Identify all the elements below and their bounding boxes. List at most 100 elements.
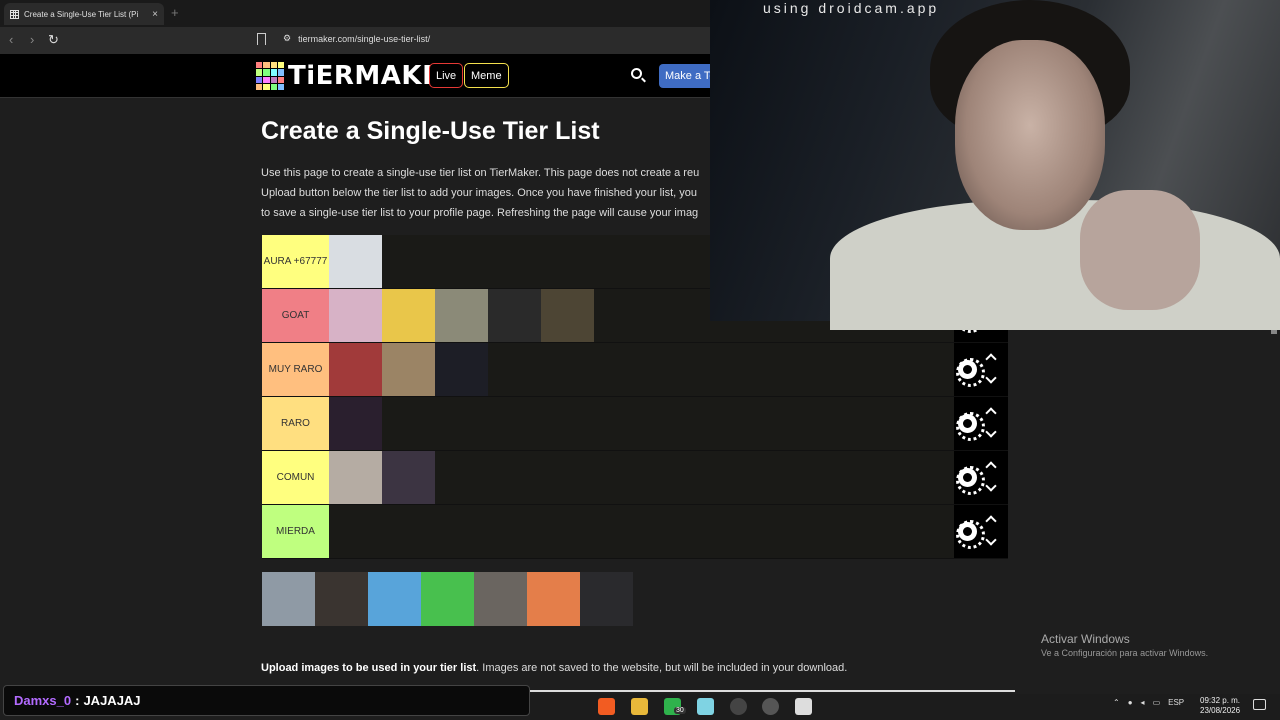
- brave-browser-icon[interactable]: [598, 698, 615, 715]
- app-icon[interactable]: [762, 698, 779, 715]
- tier-item-image[interactable]: [329, 235, 382, 288]
- search-icon[interactable]: [631, 68, 642, 79]
- tier-label[interactable]: RARO: [262, 397, 329, 450]
- tier-label[interactable]: MUY RARO: [262, 343, 329, 396]
- move-down-icon[interactable]: [985, 534, 997, 546]
- tier-row: MUY RARO: [262, 343, 1008, 397]
- tier-label[interactable]: COMUN: [262, 451, 329, 504]
- tier-items: [329, 397, 382, 450]
- tier-item-image[interactable]: [329, 343, 382, 396]
- settings-gear-icon[interactable]: [956, 466, 985, 495]
- file-explorer-icon[interactable]: [631, 698, 648, 715]
- tier-item-image[interactable]: [541, 289, 594, 342]
- tier-item-image[interactable]: [435, 343, 488, 396]
- microphone-icon[interactable]: ●: [1128, 698, 1133, 707]
- description-line: to save a single-use tier list to your p…: [261, 207, 699, 219]
- tier-row: COMUN: [262, 451, 1008, 505]
- activate-windows-title: Activar Windows: [1041, 632, 1130, 646]
- pool-item-image[interactable]: [580, 572, 633, 626]
- tier-item-image[interactable]: [329, 397, 382, 450]
- chat-text: JAJAJAJ: [83, 693, 141, 708]
- tier-item-image[interactable]: [382, 451, 435, 504]
- tab-close-icon[interactable]: ×: [152, 9, 158, 20]
- description-line: Upload button below the tier list to add…: [261, 187, 697, 199]
- stream-chat-message: Damxs_0 : JAJAJAJ: [3, 685, 530, 716]
- page-description: Use this page to create a single-use tie…: [261, 163, 721, 223]
- pool-item-image[interactable]: [262, 572, 315, 626]
- obs-icon[interactable]: [730, 698, 747, 715]
- move-up-icon[interactable]: [985, 515, 997, 527]
- tiermaker-favicon-icon: [10, 9, 19, 19]
- tier-label[interactable]: AURA +67777: [262, 235, 329, 288]
- clock-time: 09:32 p. m.: [1200, 696, 1241, 705]
- back-icon[interactable]: ‹: [9, 32, 13, 47]
- tier-row: RARO: [262, 397, 1008, 451]
- new-tab-icon[interactable]: +: [171, 5, 179, 20]
- tier-controls: [954, 343, 1008, 396]
- page-title: Create a Single-Use Tier List: [261, 117, 600, 145]
- tier-items: [329, 235, 382, 288]
- tier-item-image[interactable]: [382, 289, 435, 342]
- chat-separator: :: [75, 693, 80, 708]
- reload-icon[interactable]: ↻: [48, 32, 59, 48]
- site-info-icon[interactable]: ⚙: [283, 33, 291, 44]
- tier-items: [329, 343, 488, 396]
- language-indicator[interactable]: ESP: [1168, 698, 1184, 707]
- tier-item-image[interactable]: [329, 289, 382, 342]
- tab-title: Create a Single-Use Tier List (Pi: [24, 9, 139, 19]
- notification-icon[interactable]: [1253, 699, 1266, 710]
- settings-gear-icon[interactable]: [956, 520, 985, 549]
- pool-item-image[interactable]: [315, 572, 368, 626]
- upload-note: . Images are not saved to the website, b…: [476, 662, 848, 674]
- tier-label[interactable]: MIERDA: [262, 505, 329, 558]
- activate-windows-subtitle: Ve a Configuración para activar Windows.: [1041, 648, 1209, 658]
- settings-gear-icon[interactable]: [956, 412, 985, 441]
- move-down-icon[interactable]: [985, 426, 997, 438]
- pool-item-image[interactable]: [474, 572, 527, 626]
- tier-label[interactable]: GOAT: [262, 289, 329, 342]
- unranked-image-pool: [262, 572, 633, 626]
- live-button[interactable]: Live: [429, 63, 464, 88]
- network-icon[interactable]: ▭: [1153, 698, 1161, 707]
- tier-item-image[interactable]: [488, 289, 541, 342]
- upload-link[interactable]: Upload images to be used in your tier li…: [261, 662, 476, 674]
- tier-controls: [954, 505, 1008, 558]
- tier-items: [329, 289, 594, 342]
- pool-item-image[interactable]: [368, 572, 421, 626]
- clock-date: 23/08/2026: [1200, 706, 1241, 715]
- move-down-icon[interactable]: [985, 480, 997, 492]
- taskbar-clock[interactable]: 09:32 p. m. 23/08/2026: [1200, 696, 1240, 716]
- move-up-icon[interactable]: [985, 461, 997, 473]
- webcam-watermark: using droidcam.app: [763, 0, 940, 16]
- notes-app-icon[interactable]: [697, 698, 714, 715]
- upload-instructions: Upload images to be used in your tier li…: [261, 662, 847, 674]
- url-text: tiermaker.com/single-use-tier-list/: [298, 33, 431, 44]
- move-down-icon[interactable]: [985, 372, 997, 384]
- droidcam-icon[interactable]: [795, 698, 812, 715]
- url-field[interactable]: ⚙ tiermaker.com/single-use-tier-list/: [283, 33, 430, 44]
- tier-controls: [954, 451, 1008, 504]
- tier-items: [329, 451, 435, 504]
- move-up-icon[interactable]: [985, 407, 997, 419]
- meme-button[interactable]: Meme: [464, 63, 509, 88]
- webcam-person-face: [955, 40, 1105, 230]
- pool-item-image[interactable]: [527, 572, 580, 626]
- bookmark-icon[interactable]: [257, 33, 266, 45]
- tier-item-image[interactable]: [435, 289, 488, 342]
- whatsapp-badge: 30: [674, 707, 686, 714]
- tier-item-image[interactable]: [382, 343, 435, 396]
- tier-controls: [954, 397, 1008, 450]
- webcam-person-hand: [1080, 190, 1200, 310]
- description-line: Use this page to create a single-use tie…: [261, 167, 700, 179]
- logo-grid-icon: [256, 62, 284, 90]
- forward-icon[interactable]: ›: [30, 32, 34, 47]
- browser-tab[interactable]: Create a Single-Use Tier List (Pi ×: [4, 3, 164, 25]
- system-tray[interactable]: ⌃ ● ◂ ▭ ESP: [1113, 698, 1184, 707]
- scrollbar[interactable]: [1270, 320, 1278, 694]
- settings-gear-icon[interactable]: [956, 358, 985, 387]
- move-up-icon[interactable]: [985, 353, 997, 365]
- chevron-up-icon[interactable]: ⌃: [1113, 698, 1120, 707]
- tier-item-image[interactable]: [329, 451, 382, 504]
- pool-item-image[interactable]: [421, 572, 474, 626]
- speaker-icon[interactable]: ◂: [1141, 698, 1145, 707]
